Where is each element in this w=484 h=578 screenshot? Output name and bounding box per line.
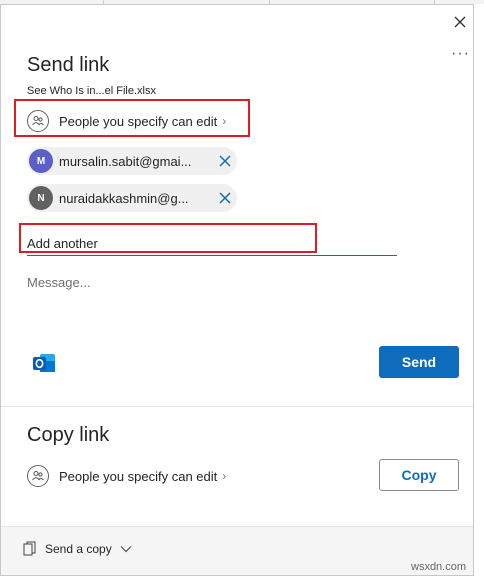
share-dialog: ··· Send link See Who Is in...el File.xl… — [0, 4, 474, 576]
remove-recipient-icon[interactable] — [217, 190, 233, 206]
watermark: wsxdn.com — [411, 561, 467, 573]
more-options-button[interactable]: ··· — [451, 46, 470, 62]
highlight-box — [14, 99, 250, 137]
recipient-chip[interactable]: M mursalin.sabit@gmai... — [27, 147, 237, 175]
recipient-chip[interactable]: N nuraidakkashmin@g... — [27, 184, 237, 212]
send-a-copy-button[interactable]: Send a copy — [23, 541, 132, 557]
send-link-title: Send link — [27, 54, 110, 76]
send-a-copy-label: Send a copy — [45, 542, 112, 556]
message-field[interactable] — [27, 275, 457, 335]
chevron-down-icon — [120, 546, 132, 553]
document-copy-icon — [23, 541, 36, 556]
recipient-email: nuraidakkashmin@g... — [59, 190, 189, 206]
remove-recipient-icon[interactable] — [217, 153, 233, 169]
outlook-icon[interactable] — [30, 349, 58, 377]
close-icon[interactable] — [450, 12, 470, 32]
recipient-email: mursalin.sabit@gmai... — [59, 153, 192, 169]
chevron-right-icon: › — [222, 469, 227, 483]
highlight-box — [19, 223, 317, 253]
avatar: N — [29, 186, 53, 210]
copy-button[interactable]: Copy — [379, 459, 459, 491]
copy-permission-selector[interactable]: People you specify can edit › — [27, 465, 226, 487]
file-name: See Who Is in...el File.xlsx — [27, 85, 156, 97]
permission-label: People you specify can edit — [59, 468, 218, 484]
copy-link-title: Copy link — [27, 424, 110, 446]
avatar: M — [29, 149, 53, 173]
footer-bar: Send a copy — [1, 526, 473, 575]
people-icon — [27, 465, 49, 487]
send-button[interactable]: Send — [379, 346, 459, 378]
section-divider — [1, 406, 473, 407]
